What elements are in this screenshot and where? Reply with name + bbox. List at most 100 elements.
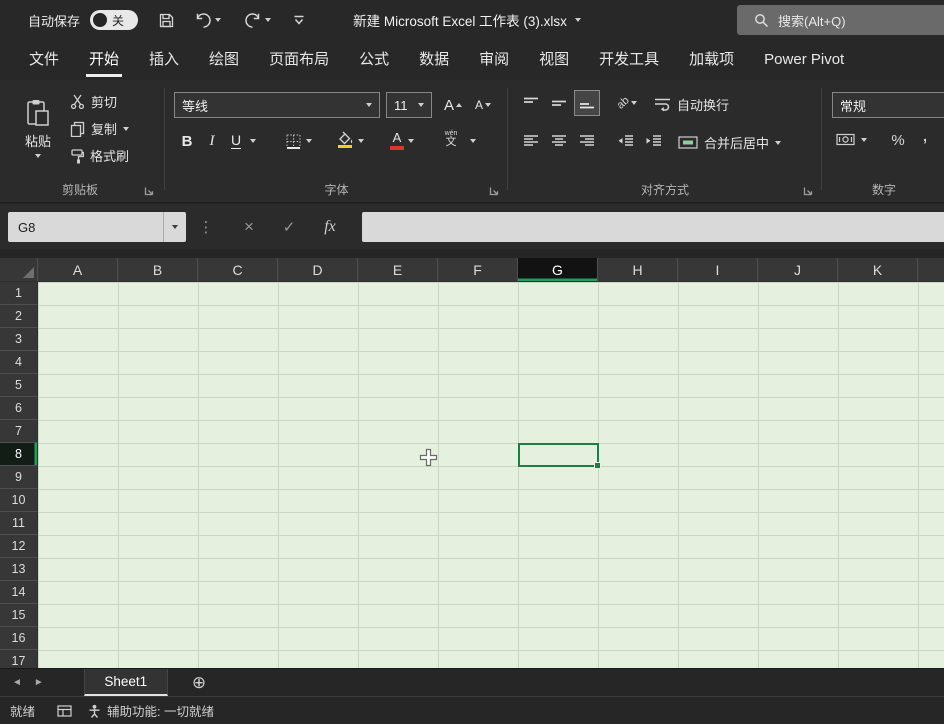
row-header-4[interactable]: 4 — [0, 351, 38, 374]
redo-button[interactable] — [244, 0, 271, 40]
column-header-partial[interactable] — [918, 258, 944, 282]
row-header-1[interactable]: 1 — [0, 282, 38, 305]
alignment-dialog-launcher[interactable] — [803, 186, 813, 196]
select-all-button[interactable] — [0, 258, 38, 282]
sheet-nav-next-icon[interactable]: ► — [28, 677, 50, 688]
font-name-combo[interactable]: 等线 — [174, 92, 380, 118]
bold-button[interactable]: B — [176, 128, 198, 154]
ribbon-tab-home[interactable]: 开始 — [74, 40, 134, 80]
column-header-F[interactable]: F — [438, 258, 518, 282]
fill-handle[interactable] — [594, 462, 601, 469]
ribbon-tab-page-layout[interactable]: 页面布局 — [254, 40, 344, 80]
percent-style-button[interactable]: % — [886, 127, 910, 153]
comma-style-button[interactable]: , — [914, 122, 936, 148]
undo-dropdown-icon[interactable] — [215, 18, 221, 22]
copy-dropdown-icon[interactable] — [123, 126, 130, 131]
align-middle-button[interactable] — [546, 90, 572, 116]
ribbon-tab-insert[interactable]: 插入 — [134, 40, 194, 80]
new-sheet-icon[interactable]: ⊕ — [192, 673, 206, 693]
macro-record-button[interactable] — [57, 704, 72, 717]
phonetic-dropdown-icon[interactable] — [470, 139, 476, 143]
increase-indent-button[interactable] — [640, 128, 666, 154]
italic-button[interactable]: I — [202, 128, 222, 154]
font-color-button[interactable]: A — [384, 127, 410, 153]
underline-button[interactable]: U — [226, 128, 246, 154]
borders-button[interactable] — [280, 128, 306, 154]
row-header-17[interactable]: 17 — [0, 650, 38, 668]
row-header-5[interactable]: 5 — [0, 374, 38, 397]
formula-bar-more-handle[interactable]: ⋮ — [198, 212, 214, 242]
redo-dropdown-icon[interactable] — [265, 18, 271, 22]
merge-center-dropdown-icon[interactable] — [775, 140, 782, 145]
row-header-8[interactable]: 8 — [0, 443, 38, 466]
column-header-H[interactable]: H — [598, 258, 678, 282]
row-header-6[interactable]: 6 — [0, 397, 38, 420]
row-header-14[interactable]: 14 — [0, 581, 38, 604]
phonetic-button[interactable]: wén 文 — [436, 126, 466, 152]
ribbon-tab-data[interactable]: 数据 — [404, 40, 464, 80]
column-header-J[interactable]: J — [758, 258, 838, 282]
copy-button[interactable]: 复制 — [70, 119, 130, 138]
row-header-3[interactable]: 3 — [0, 328, 38, 351]
column-header-C[interactable]: C — [198, 258, 278, 282]
accessibility-status[interactable]: 辅助功能: 一切就绪 — [88, 701, 214, 720]
wrap-text-button[interactable]: 自动换行 — [654, 95, 729, 114]
column-header-I[interactable]: I — [678, 258, 758, 282]
ribbon-tab-addins[interactable]: 加载项 — [674, 40, 749, 80]
row-header-16[interactable]: 16 — [0, 627, 38, 650]
ribbon-tab-power-pivot[interactable]: Power Pivot — [749, 40, 859, 80]
font-size-combo[interactable]: 11 — [386, 92, 432, 118]
accounting-format-button[interactable] — [836, 133, 867, 146]
selected-cell[interactable] — [518, 443, 601, 469]
undo-button[interactable] — [194, 0, 221, 40]
ribbon-tab-developer[interactable]: 开发工具 — [584, 40, 674, 80]
row-header-13[interactable]: 13 — [0, 558, 38, 581]
enter-button[interactable]: ✓ — [276, 212, 302, 242]
borders-dropdown-icon[interactable] — [306, 139, 312, 143]
sheet-cells[interactable] — [38, 282, 944, 668]
window-title-area[interactable]: 新建 Microsoft Excel 工作表 (3).xlsx — [300, 0, 634, 40]
row-header-11[interactable]: 11 — [0, 512, 38, 535]
cut-button[interactable]: 剪切 — [70, 92, 129, 111]
name-box[interactable]: G8 — [8, 212, 186, 242]
clipboard-dialog-launcher[interactable] — [144, 186, 154, 196]
align-top-button[interactable] — [518, 90, 544, 116]
column-header-D[interactable]: D — [278, 258, 358, 282]
grow-font-button[interactable]: A — [440, 92, 466, 118]
underline-dropdown-icon[interactable] — [250, 139, 256, 143]
ribbon-tab-formulas[interactable]: 公式 — [344, 40, 404, 80]
number-format-combo[interactable]: 常规 — [832, 92, 944, 118]
ribbon-tab-draw[interactable]: 绘图 — [194, 40, 254, 80]
row-header-12[interactable]: 12 — [0, 535, 38, 558]
accounting-dropdown-icon[interactable] — [861, 137, 867, 142]
save-button[interactable] — [158, 0, 175, 40]
align-bottom-button[interactable] — [574, 90, 600, 116]
shrink-font-button[interactable]: A — [470, 92, 496, 118]
font-size-dropdown-icon[interactable] — [418, 103, 424, 107]
column-header-E[interactable]: E — [358, 258, 438, 282]
font-color-dropdown-icon[interactable] — [408, 139, 414, 143]
merge-center-button[interactable]: 合并后居中 — [678, 133, 782, 152]
align-left-button[interactable] — [518, 128, 544, 154]
row-header-15[interactable]: 15 — [0, 604, 38, 627]
column-header-G[interactable]: G — [518, 258, 598, 282]
column-header-K[interactable]: K — [838, 258, 918, 282]
ribbon-tab-review[interactable]: 审阅 — [464, 40, 524, 80]
paste-button[interactable]: 粘贴 — [12, 87, 64, 169]
ribbon-tab-file[interactable]: 文件 — [14, 40, 74, 80]
format-painter-button[interactable]: 格式刷 — [70, 146, 129, 165]
orientation-button[interactable]: ab — [610, 90, 644, 116]
column-header-B[interactable]: B — [118, 258, 198, 282]
align-right-button[interactable] — [574, 128, 600, 154]
insert-function-button[interactable]: fx — [316, 212, 344, 242]
row-header-7[interactable]: 7 — [0, 420, 38, 443]
ribbon-tab-view[interactable]: 视图 — [524, 40, 584, 80]
autosave-toggle[interactable]: 关 — [90, 10, 138, 30]
row-header-10[interactable]: 10 — [0, 489, 38, 512]
formula-input[interactable] — [362, 212, 944, 242]
sheet-nav-prev-icon[interactable]: ◄ — [6, 677, 28, 688]
name-box-dropdown[interactable] — [163, 212, 186, 242]
paste-dropdown-icon[interactable] — [35, 153, 41, 158]
search-box[interactable]: 搜索(Alt+Q) — [737, 5, 944, 35]
font-dialog-launcher[interactable] — [489, 186, 499, 196]
